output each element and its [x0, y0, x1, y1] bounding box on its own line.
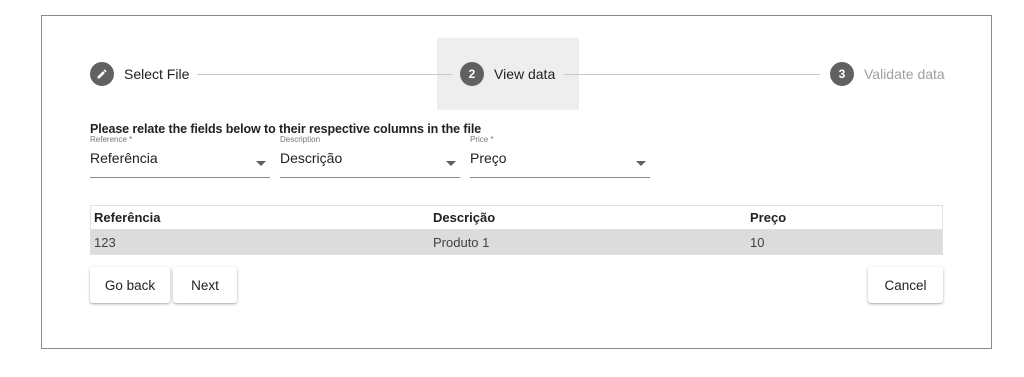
step-select-file[interactable]: Select File [90, 62, 189, 86]
column-header: Preço [750, 210, 787, 225]
go-back-button[interactable]: Go back [90, 267, 170, 303]
field-value: Referência [90, 150, 158, 166]
step-connector [197, 74, 452, 75]
table-row[interactable]: 123 Produto 1 10 [91, 230, 942, 254]
instruction-text: Please relate the fields below to their … [90, 122, 482, 136]
field-value: Descrição [280, 150, 343, 166]
chevron-down-icon [446, 161, 456, 166]
price-select[interactable]: Price * Preço [470, 135, 650, 179]
step-validate-data[interactable]: 3 Validate data [830, 62, 945, 86]
field-underline [90, 177, 270, 178]
chevron-down-icon [256, 161, 266, 166]
step-label: Select File [124, 66, 190, 82]
description-select[interactable]: Description Descrição [280, 135, 460, 179]
table-header-row: Referência Descrição Preço [91, 206, 942, 230]
next-button[interactable]: Next [173, 267, 237, 303]
field-underline [470, 177, 650, 178]
chevron-down-icon [636, 161, 646, 166]
step-label: View data [494, 66, 556, 82]
step-label: Validate data [864, 66, 945, 82]
pencil-icon [90, 62, 114, 86]
import-card: Select File 2 View data 3 Validate data … [41, 15, 992, 349]
column-header: Referência [94, 210, 161, 225]
reference-select[interactable]: Reference * Referência [90, 135, 270, 179]
field-label: Description [280, 135, 321, 144]
field-value: Preço [470, 150, 507, 166]
cancel-button[interactable]: Cancel [868, 267, 943, 303]
table-cell: Produto 1 [433, 234, 490, 250]
data-table: Referência Descrição Preço 123 Produto 1… [90, 205, 943, 255]
field-label: Reference * [90, 135, 133, 144]
table-cell: 10 [750, 234, 765, 250]
stepper: Select File 2 View data 3 Validate data [42, 38, 991, 110]
step-view-data[interactable]: 2 View data [460, 62, 555, 86]
step-number: 2 [460, 62, 484, 86]
step-number: 3 [830, 62, 854, 86]
field-label: Price * [470, 135, 494, 144]
step-connector [564, 74, 820, 75]
table-cell: 123 [94, 234, 116, 250]
field-underline [280, 177, 460, 178]
column-header: Descrição [433, 210, 496, 225]
